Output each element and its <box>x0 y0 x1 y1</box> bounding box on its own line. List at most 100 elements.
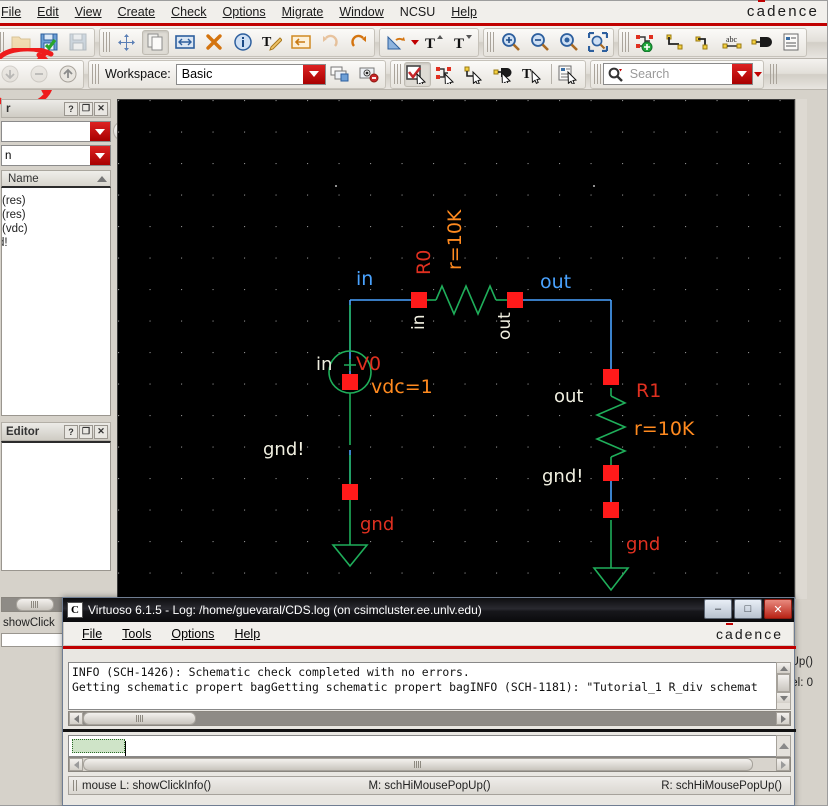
canvas-vertical-scrollbar[interactable] <box>795 99 807 599</box>
zoom-out-button[interactable] <box>526 30 553 55</box>
list-item[interactable]: d! <box>2 236 110 250</box>
undo-button[interactable] <box>316 30 343 55</box>
workspace-combobox[interactable]: Basic <box>175 63 326 85</box>
scroll-right-arrow[interactable] <box>776 758 790 771</box>
create-label-button[interactable]: abc <box>719 30 746 55</box>
properties-button[interactable] <box>229 30 256 55</box>
search-input[interactable]: Search <box>602 63 753 85</box>
menu-options[interactable]: Options <box>215 3 274 21</box>
toolbar-grip[interactable] <box>593 64 601 84</box>
command-input[interactable] <box>68 735 783 757</box>
menu-create[interactable]: Create <box>110 3 164 21</box>
toolbar-grip[interactable] <box>487 32 494 52</box>
toolbar-grip[interactable] <box>0 32 4 52</box>
select-annotations-button[interactable] <box>556 62 583 87</box>
rotate-dropdown-icon[interactable] <box>411 39 419 45</box>
navigator-help-button[interactable]: ? <box>64 101 78 116</box>
schematic-canvas[interactable]: in out R0 R1 V0 gnd gnd r=10K r=10K vdc=… <box>117 99 795 599</box>
toolbar-grip[interactable] <box>393 64 401 84</box>
editor-close-button[interactable]: ✕ <box>94 424 108 439</box>
redo-button[interactable] <box>345 30 372 55</box>
editor-float-button[interactable]: ❐ <box>79 424 93 439</box>
zoom-to-selection-button[interactable] <box>584 30 611 55</box>
select-labels-button[interactable]: T <box>520 62 547 87</box>
rotate-button[interactable] <box>382 30 409 55</box>
log-output-text[interactable]: INFO (SCH-1426): Schematic check complet… <box>68 662 791 710</box>
select-instances-button[interactable] <box>433 62 460 87</box>
hide-workspace-button[interactable] <box>356 62 383 87</box>
command-vertical-scrollbar[interactable] <box>776 735 791 757</box>
toolbar-grip[interactable] <box>92 64 99 84</box>
open-button[interactable] <box>7 30 34 55</box>
menu-migrate[interactable]: Migrate <box>274 3 332 21</box>
select-pins-button[interactable] <box>491 62 518 87</box>
descend-button[interactable] <box>0 62 23 87</box>
delete-button[interactable] <box>200 30 227 55</box>
maximize-button[interactable]: □ <box>734 599 762 619</box>
scroll-left-arrow[interactable] <box>69 712 83 725</box>
log-menu-file[interactable]: File <box>72 625 112 643</box>
return-button[interactable] <box>25 62 52 87</box>
hierarchy-editor-button[interactable] <box>777 30 804 55</box>
sort-ascending-icon[interactable] <box>97 175 107 182</box>
zoom-fit-button[interactable] <box>555 30 582 55</box>
scroll-right-arrow[interactable] <box>776 712 790 725</box>
command-horizontal-scrollbar[interactable] <box>68 757 791 772</box>
navigator-column-header-name[interactable]: Name <box>1 170 111 188</box>
navigator-float-button[interactable]: ❐ <box>79 101 93 116</box>
menu-window[interactable]: Window <box>331 3 391 21</box>
editor-panel-body[interactable] <box>1 441 111 571</box>
navigator-cell-dropdown-icon[interactable] <box>90 146 110 165</box>
search-options-icon[interactable] <box>753 71 762 77</box>
menu-file[interactable]: File <box>0 3 29 21</box>
log-vertical-scrollbar[interactable] <box>776 662 791 710</box>
navigator-close-button[interactable]: ✕ <box>94 101 108 116</box>
menu-help[interactable]: Help <box>443 3 485 21</box>
move-button[interactable] <box>113 30 140 55</box>
navigator-library-dropdown-icon[interactable] <box>90 122 110 141</box>
log-menu-options[interactable]: Options <box>161 625 224 643</box>
menu-view[interactable]: View <box>67 3 110 21</box>
menu-check[interactable]: Check <box>163 3 214 21</box>
log-horizontal-scrollbar[interactable] <box>68 711 791 726</box>
select-all-button[interactable] <box>403 61 431 87</box>
menu-ncsu[interactable]: NCSU <box>392 3 443 21</box>
editor-help-button[interactable]: ? <box>64 424 78 439</box>
text-up-button[interactable]: T <box>420 30 447 55</box>
list-item[interactable]: : <box>2 250 110 269</box>
toolbar-grip[interactable] <box>103 32 110 52</box>
log-window[interactable]: C Virtuoso 6.1.5 - Log: /home/guevaral/C… <box>62 597 796 806</box>
log-window-titlebar[interactable]: C Virtuoso 6.1.5 - Log: /home/guevaral/C… <box>63 598 794 622</box>
copy-button[interactable] <box>142 29 169 55</box>
list-item[interactable]: (res) <box>2 194 110 208</box>
list-item[interactable]: (res) <box>2 208 110 222</box>
scroll-left-arrow[interactable] <box>69 758 83 771</box>
log-menu-help[interactable]: Help <box>224 625 270 643</box>
toolbar-grip[interactable] <box>622 32 629 52</box>
zoom-in-button[interactable] <box>497 30 524 55</box>
check-and-save-button[interactable] <box>36 30 63 55</box>
workspace-dropdown-icon[interactable] <box>302 64 325 84</box>
text-down-button[interactable]: T <box>449 30 476 55</box>
close-button[interactable]: ✕ <box>764 599 792 619</box>
search-dropdown-icon[interactable] <box>731 64 752 84</box>
toolbar-grip[interactable] <box>769 64 777 84</box>
log-pane-divider[interactable] <box>63 729 796 732</box>
create-instance-button[interactable] <box>632 30 659 55</box>
edit-in-place-button[interactable] <box>287 30 314 55</box>
create-pin-button[interactable] <box>748 30 775 55</box>
stretch-button[interactable] <box>171 30 198 55</box>
navigator-list[interactable]: (res) (res) (vdc) d! : <box>1 188 111 416</box>
save-button[interactable] <box>65 30 92 55</box>
ascend-button[interactable] <box>54 62 81 87</box>
edit-text-button[interactable]: T <box>258 30 285 55</box>
select-wires-button[interactable] <box>462 62 489 87</box>
log-menu-tools[interactable]: Tools <box>112 625 161 643</box>
list-item[interactable]: (vdc) <box>2 222 110 236</box>
create-wire-button[interactable] <box>661 30 688 55</box>
minimize-button[interactable]: – <box>704 599 732 619</box>
create-wire-name-button[interactable] <box>690 30 717 55</box>
menu-edit[interactable]: Edit <box>29 3 67 21</box>
navigator-cell-combobox[interactable]: n <box>1 145 111 166</box>
save-workspace-button[interactable] <box>327 62 354 87</box>
